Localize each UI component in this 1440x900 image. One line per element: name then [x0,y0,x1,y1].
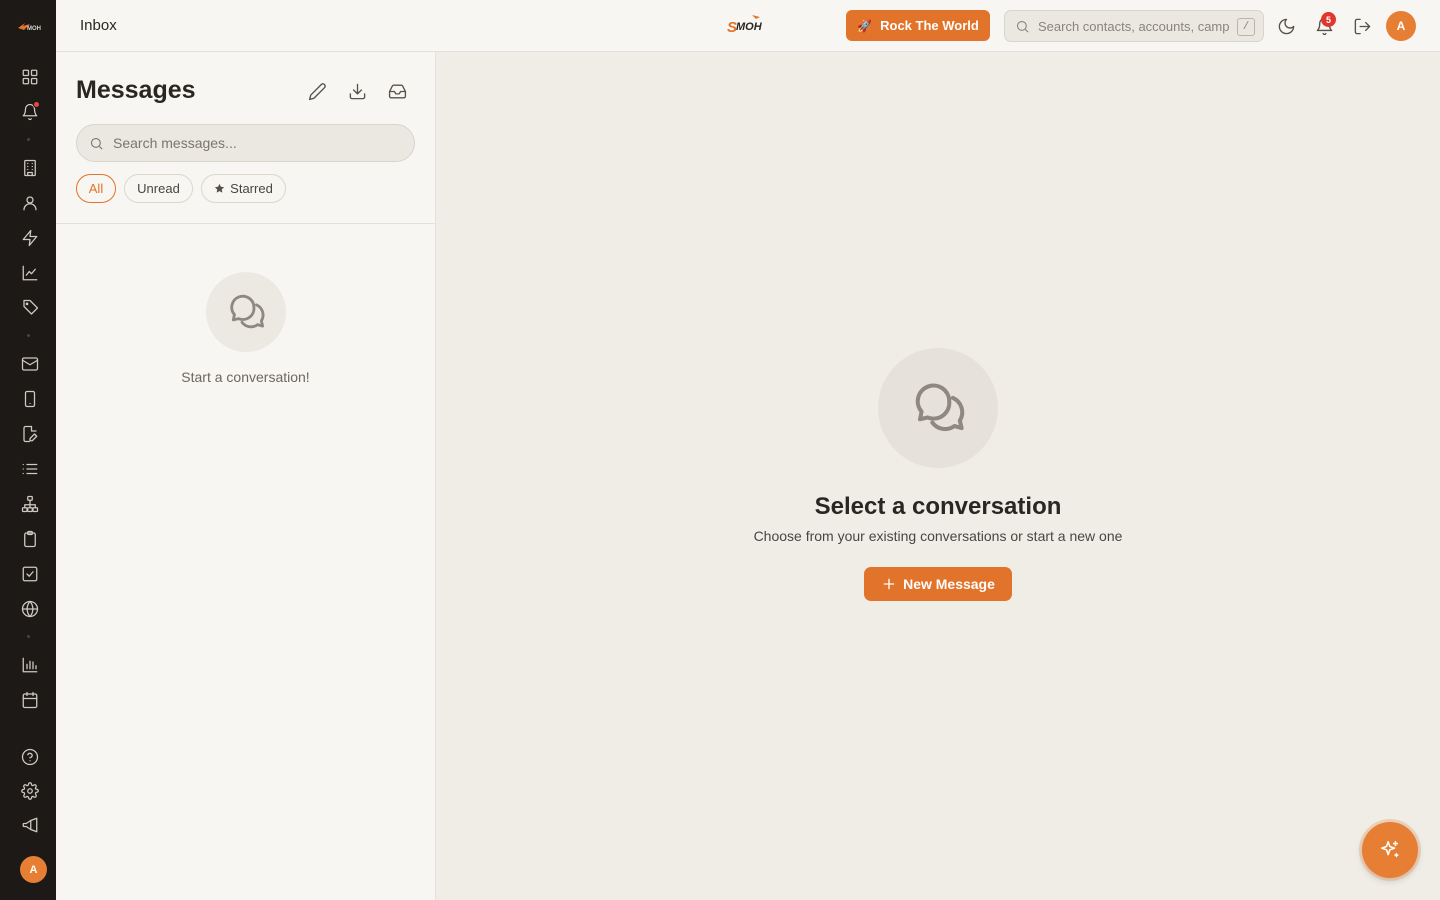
user-avatar[interactable]: A [1386,11,1416,41]
download-icon[interactable] [345,79,369,103]
sidebar-rail: MOH A [0,0,56,900]
empty-list-message: Start a conversation! [181,369,310,385]
search-icon [1015,19,1030,34]
globe-icon[interactable] [19,598,41,620]
sparkles-icon [1379,839,1401,861]
sitemap-icon[interactable] [19,493,41,515]
rock-the-world-button[interactable]: 🚀 Rock The World [846,10,990,41]
dark-mode-toggle-icon[interactable] [1275,15,1297,37]
plus-icon [881,576,897,592]
calendar-icon[interactable] [19,689,41,711]
notification-count-badge: 5 [1321,12,1336,27]
rail-divider [27,635,30,638]
new-message-label: New Message [903,576,995,592]
rail-divider [27,334,30,337]
svg-text:MOH: MOH [27,26,41,32]
ai-assistant-button[interactable] [1362,822,1418,878]
empty-state-title: Select a conversation [814,493,1062,520]
inbox-icon[interactable] [385,79,409,103]
messages-title: Messages [76,76,196,104]
help-icon[interactable] [19,746,41,768]
chat-bubbles-icon [205,272,286,352]
filter-starred-label: Starred [230,181,273,196]
new-message-button[interactable]: New Message [864,567,1012,601]
rocket-icon: 🚀 [857,18,873,33]
search-icon [89,136,104,151]
star-icon [214,183,225,194]
top-bar: Inbox S MOH 🚀 Rock The World / 5 A [56,0,1440,52]
filter-unread[interactable]: Unread [124,174,193,203]
logout-icon[interactable] [1351,15,1373,37]
brand-logo[interactable]: S MOH [726,13,772,37]
messages-panel: Messages All Unread Starred [56,52,436,900]
filter-all-label: All [88,181,104,196]
empty-conversation-list: Start a conversation! [56,272,435,385]
filter-starred[interactable]: Starred [201,174,286,203]
trending-chart-icon[interactable] [19,262,41,284]
user-icon[interactable] [19,192,41,214]
page-title: Inbox [80,17,117,34]
empty-state-subtitle: Choose from your existing conversations … [753,528,1123,544]
rail-divider [27,138,30,141]
rock-the-world-label: Rock The World [880,18,979,33]
message-search-input[interactable] [113,135,403,151]
avatar[interactable]: A [20,856,47,883]
edit-document-icon[interactable] [19,423,41,445]
mail-icon[interactable] [19,353,41,375]
settings-icon[interactable] [19,780,41,802]
global-search-input[interactable] [1038,18,1230,34]
tag-icon[interactable] [19,297,41,319]
dashboard-icon[interactable] [19,66,41,88]
notification-dot [33,101,40,108]
conversation-empty-state: Select a conversation Choose from your e… [436,348,1440,601]
global-search-field[interactable]: / [1004,10,1264,42]
search-shortcut-key: / [1237,18,1255,36]
filter-unread-label: Unread [137,181,180,196]
bar-chart-icon[interactable] [19,654,41,676]
message-search-field[interactable] [76,124,415,162]
list-icon[interactable] [19,458,41,480]
phone-icon[interactable] [19,388,41,410]
svg-text:MOH: MOH [736,21,763,33]
messages-header: Messages All Unread Starred [56,52,435,224]
compose-icon[interactable] [305,79,329,103]
building-icon[interactable] [19,157,41,179]
app-logo-small[interactable]: MOH [14,17,42,35]
filter-all[interactable]: All [76,174,116,203]
lightning-icon[interactable] [19,227,41,249]
clipboard-icon[interactable] [19,528,41,550]
chat-bubbles-icon [878,348,998,468]
megaphone-icon[interactable] [19,814,41,836]
checkbox-icon[interactable] [19,563,41,585]
